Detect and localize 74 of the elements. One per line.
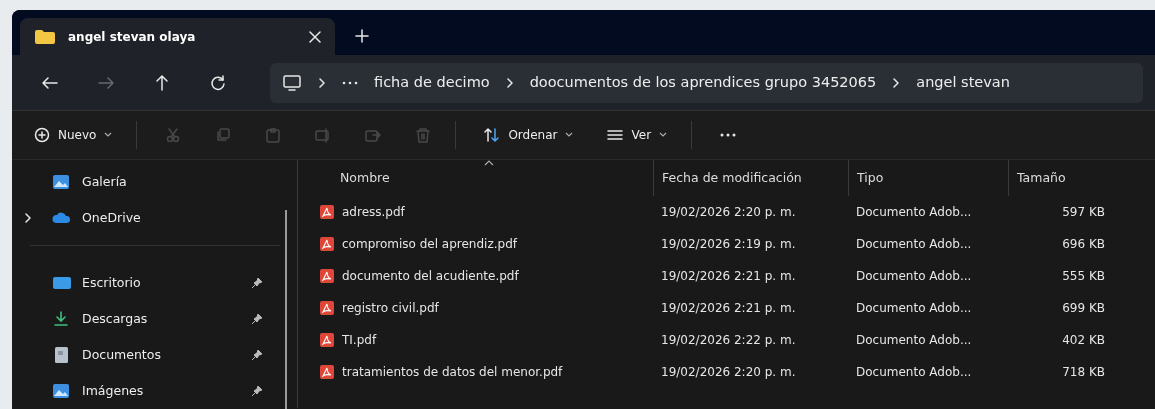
chevron-icon — [318, 76, 326, 89]
file-name[interactable]: documento del acudiente.pdf — [342, 267, 519, 285]
file-size: 718 KB — [1061, 364, 1106, 381]
file-type: Documento Adob... — [855, 332, 973, 349]
chevron-icon — [505, 76, 514, 89]
file-name[interactable]: compromiso del aprendiz.pdf — [342, 235, 517, 253]
pdf-file-icon — [320, 237, 334, 251]
up-icon — [153, 73, 171, 92]
plus-circle-icon — [34, 127, 50, 143]
caret-icon — [659, 132, 668, 138]
file-size: 699 KB — [1061, 300, 1106, 317]
trash-icon — [415, 127, 432, 143]
copy-icon — [215, 127, 232, 143]
sort-button[interactable]: Ordenar — [474, 118, 584, 152]
new-button[interactable]: Nuevo — [24, 118, 123, 152]
list-view-icon — [607, 127, 624, 143]
close-icon[interactable] — [309, 30, 321, 43]
folder-icon — [34, 28, 56, 45]
date-modified: 19/02/2026 2:20 p. m. — [660, 364, 797, 381]
date-modified: 19/02/2026 2:19 p. m. — [660, 236, 797, 253]
file-size: 555 KB — [1061, 268, 1106, 285]
caret-icon — [104, 132, 113, 138]
pdf-file-icon — [320, 333, 334, 347]
file-type: Documento Adob... — [855, 268, 973, 285]
caret-icon — [565, 132, 574, 138]
file-size: 696 KB — [1061, 236, 1106, 253]
file-type: Documento Adob... — [855, 300, 973, 317]
file-size: 597 KB — [1061, 204, 1106, 221]
pdf-file-icon — [320, 365, 334, 379]
address-bar[interactable]: ficha de decimo doocumentos de los aprendices grupo 3452065 angel stevan — [270, 62, 1143, 103]
scissors-icon — [165, 127, 182, 143]
picture-icon — [52, 173, 72, 191]
file-size: 402 KB — [1061, 332, 1106, 349]
chevron-icon — [892, 76, 901, 89]
desktop-icon — [52, 274, 72, 292]
pdf-file-icon — [320, 301, 334, 315]
column-header[interactable]: Tipo — [848, 160, 1008, 196]
column-header[interactable]: Fecha de modificación — [653, 160, 848, 196]
rename-icon — [315, 127, 332, 143]
sidebar-item[interactable]: Imágenes — [12, 373, 297, 409]
date-modified: 19/02/2026 2:21 p. m. — [660, 300, 797, 317]
expand-chevron-icon[interactable] — [24, 212, 32, 224]
picture-icon — [52, 382, 72, 400]
refresh-icon — [209, 73, 227, 92]
date-modified: 19/02/2026 2:20 p. m. — [660, 204, 797, 221]
sort-icon — [484, 127, 501, 143]
file-name[interactable]: adress.pdf — [342, 203, 405, 221]
sidebar-item[interactable]: Escritorio — [12, 265, 297, 301]
sidebar-item[interactable]: Descargas — [12, 301, 297, 337]
add-tab-icon[interactable] — [355, 29, 369, 43]
column-header[interactable]: Nombre — [298, 160, 653, 196]
more-icon — [342, 80, 358, 85]
window-tab[interactable]: angel stevan olaya — [20, 18, 335, 55]
pdf-file-icon — [320, 205, 334, 219]
date-modified: 19/02/2026 2:22 p. m. — [660, 332, 797, 349]
date-modified: 19/02/2026 2:21 p. m. — [660, 268, 797, 285]
breadcrumb-item[interactable]: ficha de decimo — [374, 71, 490, 94]
file-name[interactable]: tratamientos de datos del menor.pdf — [342, 363, 563, 381]
file-type: Documento Adob... — [855, 364, 973, 381]
column-header[interactable]: Tamaño — [1008, 160, 1113, 196]
clipboard-icon — [265, 127, 282, 143]
sidebar-item[interactable]: Documentos — [12, 337, 297, 373]
file-name[interactable]: TI.pdf — [342, 331, 377, 349]
sidebar-item[interactable]: Galería — [12, 164, 297, 200]
tab-title: angel stevan olaya — [68, 28, 197, 46]
list-view-button[interactable]: Ver — [597, 118, 678, 152]
file-type: Documento Adob... — [855, 236, 973, 253]
breadcrumb-item[interactable]: angel stevan — [916, 71, 1010, 94]
file-name[interactable]: registro civil.pdf — [342, 299, 439, 317]
pdf-file-icon — [320, 269, 334, 283]
file-type: Documento Adob... — [855, 204, 973, 221]
monitor-icon — [282, 73, 302, 92]
breadcrumb-item[interactable]: doocumentos de los aprendices grupo 3452065 — [529, 71, 877, 94]
share-icon — [365, 127, 382, 143]
